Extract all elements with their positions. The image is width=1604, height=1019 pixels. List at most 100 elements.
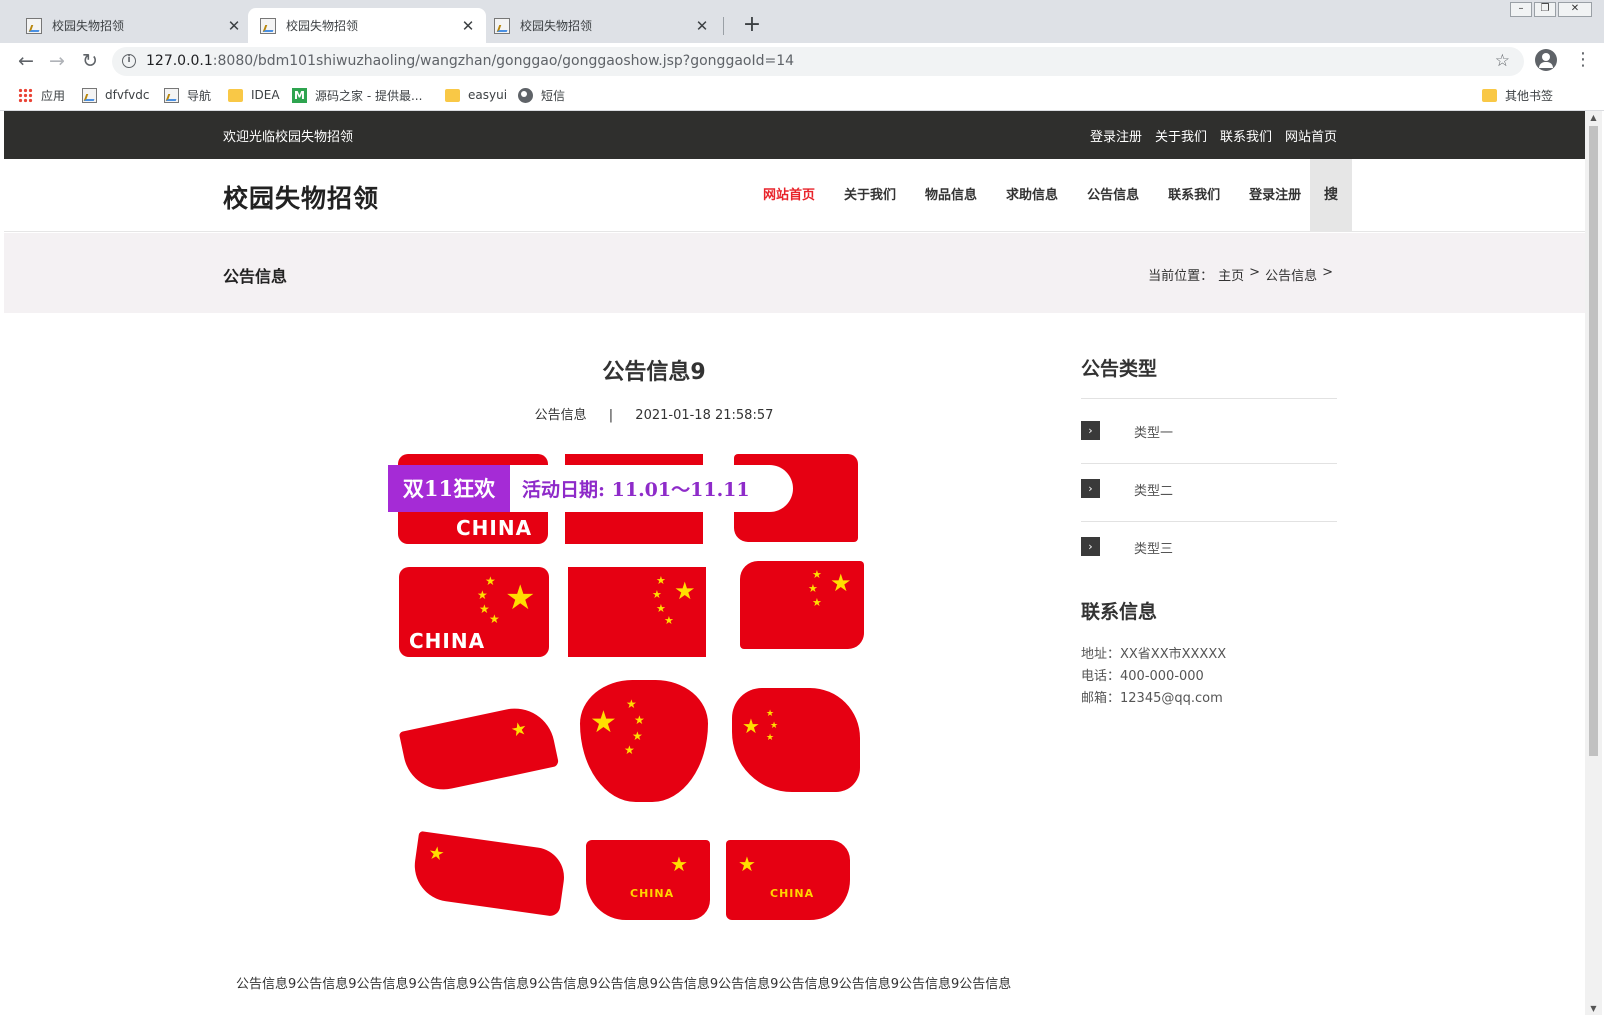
- star-icon: ★: [656, 574, 666, 587]
- star-icon: ★: [634, 713, 645, 727]
- minimize-icon[interactable]: –: [1510, 2, 1532, 17]
- browser-toolbar: ← → ↻ i 127.0.0.1:8080/bdm101shiwuzhaoli…: [0, 43, 1604, 79]
- page-viewport: 欢迎光临校园失物招领 登录注册 关于我们 联系我们 网站首页 校园失物招领 网站…: [4, 111, 1585, 1015]
- m-icon: M: [292, 87, 307, 103]
- star-icon: ★: [505, 578, 536, 618]
- star-icon: ★: [670, 852, 688, 876]
- star-icon: ★: [664, 614, 674, 627]
- browser-tab-2[interactable]: 校园失物招领 ✕: [248, 8, 486, 43]
- breadcrumb-current[interactable]: 公告信息: [1265, 265, 1317, 284]
- nav-items[interactable]: 物品信息: [925, 159, 977, 232]
- back-icon[interactable]: ←: [14, 49, 38, 73]
- bookmark-yuanma[interactable]: M 源码之家 - 提供最...: [292, 84, 422, 106]
- top-link-about[interactable]: 关于我们: [1155, 126, 1207, 145]
- type-item-2[interactable]: › 类型二: [1081, 469, 1337, 509]
- sticker-text: CHINA: [770, 887, 815, 900]
- tab-title: 校园失物招领: [520, 19, 593, 33]
- forward-icon[interactable]: →: [45, 49, 69, 73]
- star-icon: ★: [508, 717, 530, 742]
- bookmark-label: easyui: [468, 88, 508, 102]
- star-icon: ★: [812, 596, 822, 609]
- contact-heading: 联系信息: [1081, 601, 1158, 623]
- type-label: 类型三: [1134, 542, 1174, 557]
- star-icon: ★: [626, 697, 637, 711]
- flag-sticker: ★ CHINA: [726, 840, 850, 920]
- tab-close-icon[interactable]: ✕: [694, 18, 710, 34]
- star-icon: ★: [830, 569, 852, 597]
- breadcrumb-home[interactable]: 主页: [1218, 265, 1244, 284]
- top-link-login[interactable]: 登录注册: [1090, 126, 1142, 145]
- article-title: 公告信息9: [602, 360, 706, 385]
- tab-title: 校园失物招领: [286, 19, 359, 33]
- sticker-text: CHINA: [409, 629, 486, 653]
- nav-help[interactable]: 求助信息: [1006, 159, 1058, 232]
- bookmark-star-icon[interactable]: ☆: [1495, 47, 1510, 76]
- top-link-contact[interactable]: 联系我们: [1220, 126, 1272, 145]
- type-label: 类型二: [1134, 484, 1174, 499]
- breadcrumb: 当前位置： 主页 > 公告信息 >: [1148, 265, 1333, 284]
- star-icon: ★: [766, 733, 775, 743]
- tab-close-icon[interactable]: ✕: [460, 18, 476, 34]
- contact-email: 邮箱：12345@qq.com: [1081, 691, 1223, 706]
- star-icon: ★: [652, 588, 662, 601]
- promo-banner: 双11狂欢 活动日期: 11.01～11.11: [388, 465, 793, 512]
- nav-login[interactable]: 登录注册: [1249, 159, 1301, 232]
- browser-tab-1[interactable]: 校园失物招领 ✕: [14, 8, 252, 43]
- bookmarks-bar: 应用 dfvfvdc 导航 IDEA M 源码之家 - 提供最... easyu…: [0, 79, 1604, 111]
- search-button[interactable]: 搜: [1310, 159, 1352, 232]
- bookmark-easyui[interactable]: easyui: [445, 84, 507, 106]
- new-tab-icon[interactable]: +: [740, 14, 764, 38]
- bookmark-idea[interactable]: IDEA: [228, 84, 280, 106]
- address-bar[interactable]: i 127.0.0.1:8080/bdm101shiwuzhaoling/wan…: [112, 47, 1524, 76]
- welcome-text: 欢迎光临校园失物招领: [223, 130, 354, 145]
- article-body: 公告信息9公告信息9公告信息9公告信息9公告信息9公告信息9公告信息9公告信息9…: [236, 977, 1012, 992]
- divider: [1081, 521, 1337, 522]
- nav-about[interactable]: 关于我们: [844, 159, 896, 232]
- breadcrumb-prefix: 当前位置：: [1148, 269, 1214, 284]
- nav-contact[interactable]: 联系我们: [1168, 159, 1220, 232]
- divider: [1081, 463, 1337, 464]
- bookmark-sms[interactable]: 短信: [518, 84, 565, 106]
- profile-icon[interactable]: [1535, 49, 1557, 71]
- browser-tab-3[interactable]: 校园失物招领 ✕: [482, 8, 720, 43]
- window-close-icon[interactable]: ✕: [1558, 2, 1592, 17]
- meta-separator: |: [608, 408, 614, 423]
- reload-icon[interactable]: ↻: [78, 49, 102, 73]
- site-info-icon[interactable]: i: [122, 54, 136, 68]
- url-host: 127.0.0.1: [146, 53, 213, 69]
- star-icon: ★: [624, 743, 635, 757]
- nav-home[interactable]: 网站首页: [763, 159, 815, 232]
- site-title[interactable]: 校园失物招领: [223, 179, 379, 215]
- page-favicon-icon: [260, 17, 276, 34]
- folder-icon: [1482, 88, 1497, 102]
- bookmark-label: 源码之家 - 提供最...: [315, 88, 423, 103]
- bookmark-dfvfvdc[interactable]: dfvfvdc: [82, 84, 149, 106]
- vertical-scrollbar[interactable]: ▲ ▼: [1585, 111, 1602, 1015]
- type-item-1[interactable]: › 类型一: [1081, 411, 1337, 451]
- nav-notices[interactable]: 公告信息: [1087, 159, 1139, 232]
- top-link-home[interactable]: 网站首页: [1285, 126, 1337, 145]
- browser-menu-icon[interactable]: ⋮: [1574, 49, 1592, 73]
- article-category: 公告信息: [534, 408, 587, 423]
- scroll-up-icon[interactable]: ▲: [1589, 113, 1598, 122]
- flag-sticker: ★ ★ ★ ★ ★ CHINA: [399, 567, 549, 657]
- scroll-down-icon[interactable]: ▼: [1589, 1004, 1598, 1013]
- bookmark-apps[interactable]: 应用: [18, 84, 65, 106]
- bookmark-label: IDEA: [251, 88, 280, 102]
- scroll-thumb[interactable]: [1589, 126, 1598, 756]
- globe-icon: [518, 87, 533, 103]
- tab-close-icon[interactable]: ✕: [226, 18, 242, 34]
- bookmark-label: dfvfvdc: [105, 88, 150, 102]
- type-item-3[interactable]: › 类型三: [1081, 527, 1337, 567]
- restore-icon[interactable]: ❐: [1534, 2, 1556, 17]
- flag-sticker: ★ CHINA: [586, 840, 710, 920]
- star-icon: ★: [489, 612, 500, 626]
- sticker-text: CHINA: [630, 887, 675, 900]
- star-icon: ★: [656, 602, 666, 615]
- bookmark-nav[interactable]: 导航: [164, 84, 211, 106]
- page-icon: [164, 87, 179, 103]
- chevron-right-icon: ›: [1081, 537, 1100, 556]
- bookmark-other[interactable]: 其他书签: [1482, 84, 1553, 106]
- browser-tabstrip: 校园失物招领 ✕ 校园失物招领 ✕ 校园失物招领 ✕ + – ❐ ✕: [0, 0, 1604, 43]
- heart-sticker: ★ ★ ★ ★ ★: [580, 680, 708, 802]
